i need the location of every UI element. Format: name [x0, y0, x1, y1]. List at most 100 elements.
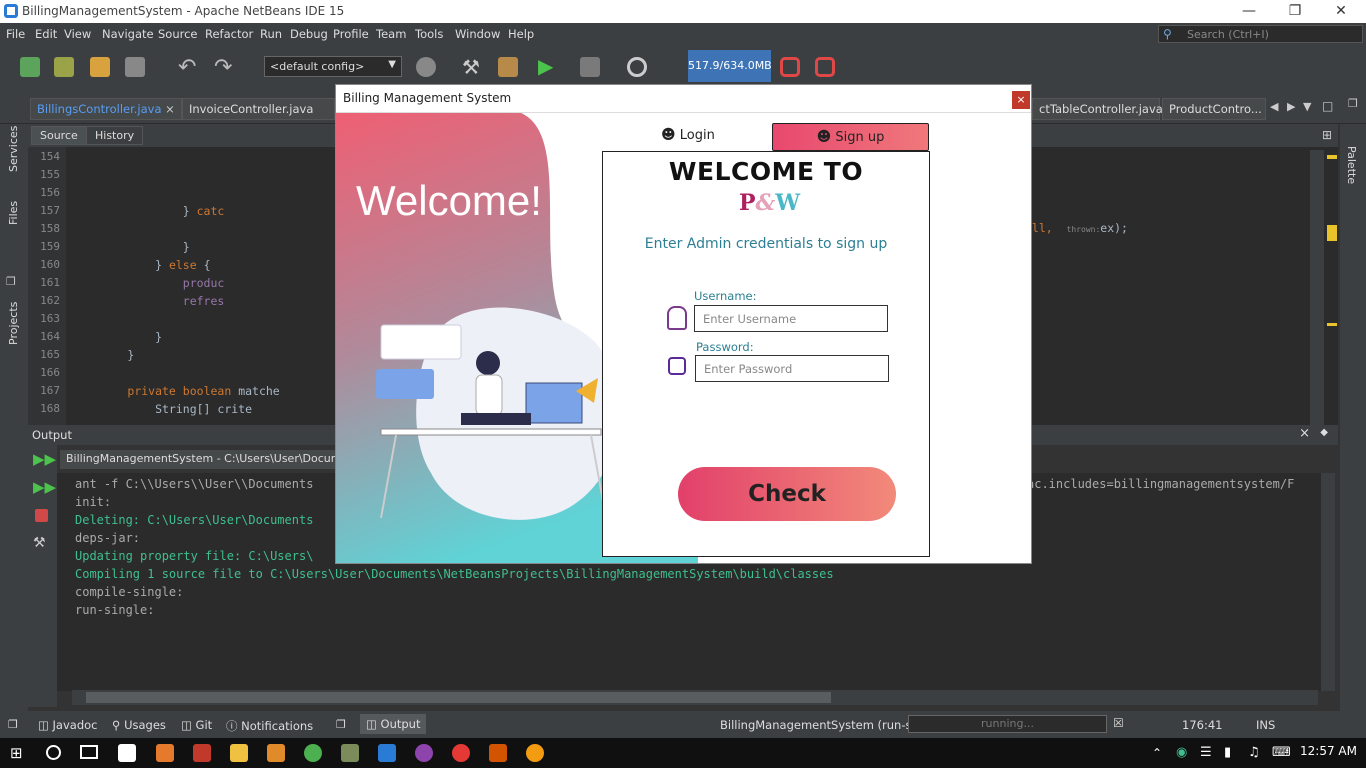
source-button[interactable]: Source	[31, 126, 87, 145]
new-file-icon[interactable]	[20, 57, 40, 77]
tray-chevron-icon[interactable]: ⌃	[1152, 746, 1162, 760]
restore-window-icon-5[interactable]: ❐	[336, 718, 346, 731]
palette-tab[interactable]: Palette	[1345, 146, 1358, 184]
git-tab[interactable]: ◫ Git	[181, 718, 212, 732]
settings-icon[interactable]: ⚒	[33, 535, 46, 551]
config-select[interactable]: <default config> ▼	[264, 56, 402, 77]
menu-source[interactable]: Source	[158, 27, 198, 41]
username-field[interactable]: Enter Username	[694, 305, 888, 332]
menu-file[interactable]: File	[6, 27, 25, 41]
notifications-tab[interactable]: ⓘ Notifications	[226, 718, 313, 734]
tab-list-icon[interactable]: ▼	[1303, 100, 1311, 113]
clock[interactable]: 12:57 AM	[1300, 744, 1357, 758]
app-3-icon[interactable]	[526, 744, 544, 762]
login-tab[interactable]: ☻ Login	[661, 127, 721, 143]
menu-navigate[interactable]: Navigate	[102, 27, 154, 41]
dialog-close-button[interactable]: ×	[1012, 91, 1030, 109]
github-icon[interactable]	[415, 744, 433, 762]
file-explorer-icon[interactable]	[230, 744, 248, 762]
open-project-icon[interactable]	[90, 57, 110, 77]
password-field[interactable]: Enter Password	[695, 355, 889, 382]
scroll-tabs-right-icon[interactable]: ▶	[1287, 100, 1295, 113]
output-status-tab[interactable]: ◫ Output	[360, 714, 427, 734]
office-icon[interactable]	[156, 744, 174, 762]
browser-icon[interactable]	[416, 57, 436, 77]
output-scrollbar[interactable]	[1321, 473, 1335, 691]
netbeans-taskbar-icon[interactable]	[378, 744, 396, 762]
files-tab[interactable]: Files	[7, 201, 20, 225]
scrollbar-thumb[interactable]	[86, 692, 831, 703]
menu-team[interactable]: Team	[376, 27, 406, 41]
tab-product-controller[interactable]: ProductContro...	[1162, 98, 1266, 120]
run-icon[interactable]: ▶	[538, 54, 553, 78]
save-all-icon[interactable]	[125, 57, 145, 77]
store-icon[interactable]	[118, 744, 136, 762]
gc-icon[interactable]	[780, 57, 800, 77]
menu-debug[interactable]: Debug	[290, 27, 328, 41]
gc-alt-icon[interactable]	[815, 57, 835, 77]
output-tab[interactable]: BillingManagementSystem - C:\Users\User\…	[60, 450, 335, 469]
wifi-icon[interactable]: ☰	[1200, 745, 1212, 760]
javadoc-tab[interactable]: ◫ Javadoc	[38, 718, 97, 732]
minimize-button[interactable]: —	[1226, 0, 1272, 23]
maximize-editor-icon[interactable]: □	[1322, 99, 1333, 113]
stop-icon[interactable]	[35, 509, 48, 522]
app-icon[interactable]	[341, 744, 359, 762]
output-horizontal-scrollbar[interactable]	[72, 690, 1318, 705]
cancel-task-icon[interactable]: ☒	[1113, 716, 1124, 730]
undo-icon[interactable]: ↶	[178, 55, 196, 80]
keyboard-icon[interactable]: ⌨	[1272, 745, 1291, 760]
services-tab[interactable]: Services	[7, 126, 20, 172]
rerun-different-icon[interactable]: ▶▶	[33, 478, 56, 496]
new-project-icon[interactable]	[54, 57, 74, 77]
output-menu-icon[interactable]: ◆	[1320, 427, 1328, 438]
close-output-icon[interactable]: ×	[1299, 426, 1310, 441]
chrome-icon[interactable]	[304, 744, 322, 762]
redo-icon[interactable]: ↷	[214, 55, 232, 80]
restore-window-icon-4[interactable]: ❐	[8, 718, 18, 731]
build-icon[interactable]: ⚒	[462, 55, 480, 79]
access-icon[interactable]	[193, 744, 211, 762]
menu-run[interactable]: Run	[260, 27, 282, 41]
restore-window-icon-2[interactable]: ❐	[6, 275, 16, 288]
sublime-icon[interactable]	[267, 744, 285, 762]
split-editor-icon[interactable]: ⊞	[1322, 128, 1332, 142]
menu-window[interactable]: Window	[455, 27, 500, 41]
tab-invoice-controller[interactable]: InvoiceController.java	[182, 98, 335, 120]
tab-product-table-controller[interactable]: ctTableController.java ×	[1032, 98, 1176, 120]
menu-view[interactable]: View	[64, 27, 91, 41]
windows-start-icon[interactable]: ⊞	[10, 744, 23, 762]
menu-tools[interactable]: Tools	[415, 27, 443, 41]
close-window-button[interactable]: ✕	[1318, 0, 1364, 23]
code-line: }	[72, 240, 190, 254]
search-input[interactable]: ⚲ Search (Ctrl+I)	[1158, 25, 1363, 43]
history-button[interactable]: History	[86, 126, 144, 145]
menu-edit[interactable]: Edit	[35, 27, 57, 41]
scroll-tabs-left-icon[interactable]: ◀	[1270, 100, 1278, 113]
signup-tab[interactable]: ☻ Sign up	[772, 123, 929, 151]
cortana-icon[interactable]	[46, 745, 61, 760]
menu-help[interactable]: Help	[508, 27, 534, 41]
battery-icon[interactable]: ▮	[1224, 745, 1231, 760]
app-2-icon[interactable]	[489, 744, 507, 762]
memory-indicator[interactable]: 517.9/634.0MB	[688, 50, 772, 82]
projects-tab[interactable]: Projects	[7, 302, 20, 345]
close-icon[interactable]: ×	[165, 102, 175, 116]
volume-icon[interactable]: ♫	[1248, 745, 1260, 760]
check-button[interactable]: Check	[678, 467, 896, 521]
chrome-2-icon[interactable]	[452, 744, 470, 762]
tray-app-icon[interactable]: ◉	[1176, 745, 1187, 760]
tab-billings-controller[interactable]: BillingsController.java ×	[30, 98, 182, 120]
clean-build-icon[interactable]	[498, 57, 518, 77]
menu-refactor[interactable]: Refactor	[205, 27, 253, 41]
restore-window-icon-3[interactable]: ❐	[1348, 97, 1358, 110]
welcome-heading: WELCOME TO	[668, 157, 864, 186]
menu-profile[interactable]: Profile	[333, 27, 369, 41]
profile-icon[interactable]	[627, 57, 647, 77]
usages-tab[interactable]: ⚲ Usages	[112, 718, 166, 732]
rerun-icon[interactable]: ▶▶	[33, 450, 56, 468]
maximize-button[interactable]: ❐	[1272, 0, 1318, 23]
task-view-icon[interactable]	[80, 745, 98, 759]
debug-icon[interactable]	[580, 57, 600, 77]
editor-scrollbar[interactable]	[1310, 150, 1324, 425]
